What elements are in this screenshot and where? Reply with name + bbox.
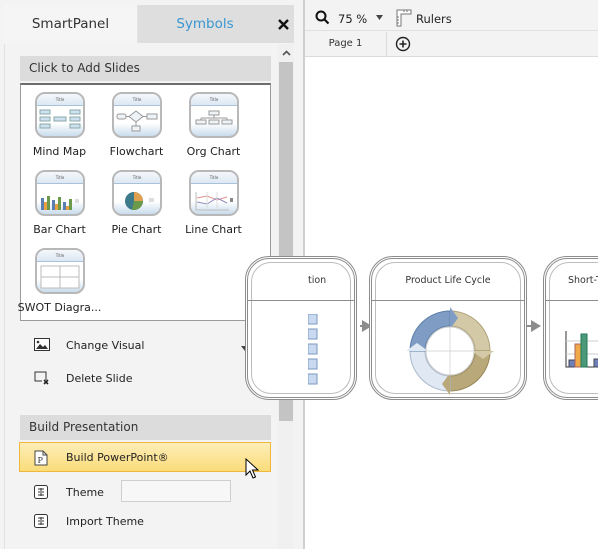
powerpoint-icon: P xyxy=(34,450,50,466)
frame-inner xyxy=(251,262,351,394)
thumb-title: Title xyxy=(37,172,83,184)
list-diagram-icon xyxy=(308,314,318,385)
tile-bar-chart[interactable]: Title Bar Chart xyxy=(21,163,98,239)
close-panel-button[interactable] xyxy=(272,5,294,43)
delete-slide-button[interactable]: Delete Slide xyxy=(34,368,132,388)
frame-divider xyxy=(546,300,598,301)
line-chart-thumbnail: Title xyxy=(189,170,239,216)
thumb-title: Title xyxy=(191,94,237,106)
canvas[interactable]: tion Product Life Cycle Short- xyxy=(245,57,598,549)
rulers-label[interactable]: Rulers xyxy=(416,12,452,26)
cycle-diagram-icon xyxy=(406,307,494,395)
panel-border xyxy=(4,44,5,549)
delete-slide-icon xyxy=(34,371,50,385)
connector-arrow xyxy=(527,320,541,332)
svg-text:P: P xyxy=(38,456,44,465)
bar-chart-preview-icon xyxy=(565,331,598,368)
theme-label: Theme xyxy=(66,485,104,499)
tab-smartpanel[interactable]: SmartPanel xyxy=(4,5,138,43)
bar-chart-thumbnail: Title xyxy=(35,170,85,216)
tile-line-chart[interactable]: Title Line Chart xyxy=(175,163,252,239)
view-toolbar: 75 % Rulers xyxy=(305,5,598,31)
change-visual-button[interactable]: Change Visual xyxy=(34,335,249,355)
zoom-dropdown-icon[interactable] xyxy=(376,15,383,20)
thumb-title: Title xyxy=(191,172,237,184)
org-chart-icon xyxy=(195,110,233,125)
thumb-title: Title xyxy=(37,94,83,106)
page-tab-1[interactable]: Page 1 xyxy=(305,32,387,56)
thumb-title: Title xyxy=(114,172,160,184)
org-chart-thumbnail: Title xyxy=(189,92,239,138)
tile-flowchart[interactable]: Title Flowchart xyxy=(98,85,175,161)
theme-row: Theme xyxy=(34,482,104,502)
tab-symbols[interactable]: Symbols xyxy=(138,5,272,43)
thumb-title: Title xyxy=(37,250,83,262)
tile-org-chart[interactable]: Title Org Chart xyxy=(175,85,252,161)
tile-label: SWOT Diagra... xyxy=(17,301,102,314)
import-theme-icon xyxy=(34,514,50,528)
frame-divider xyxy=(372,300,524,301)
frame-divider xyxy=(248,300,354,301)
mind-map-icon xyxy=(39,109,81,129)
swot-thumbnail: Title xyxy=(35,248,85,294)
slide-title: tion xyxy=(308,275,327,286)
flowchart-thumbnail: Title xyxy=(112,92,162,138)
rulers-icon[interactable] xyxy=(396,9,412,27)
tile-pie-chart[interactable]: Title Pie Chart xyxy=(98,163,175,239)
zoom-icon[interactable] xyxy=(315,10,330,25)
build-powerpoint-button[interactable]: P Build PowerPoint® xyxy=(34,447,169,467)
scroll-up-button[interactable] xyxy=(278,44,294,62)
slide-title: Product Life Cycle xyxy=(405,275,491,286)
import-theme-button[interactable]: Import Theme xyxy=(34,511,144,531)
build-powerpoint-label: Build PowerPoint® xyxy=(66,450,169,464)
slide-frame-1[interactable]: tion xyxy=(245,256,357,400)
build-presentation-header: Build Presentation xyxy=(20,415,271,440)
slide-frame-3[interactable]: Short-T xyxy=(543,256,598,400)
delete-slide-label: Delete Slide xyxy=(66,371,133,385)
zoom-value[interactable]: 75 % xyxy=(338,12,367,26)
change-visual-label: Change Visual xyxy=(66,338,145,352)
plus-circle-icon[interactable] xyxy=(395,36,411,52)
close-icon xyxy=(277,18,289,30)
bar-chart-icon xyxy=(41,196,79,210)
flowchart-icon xyxy=(116,110,158,132)
panel-tabs: SmartPanel Symbols xyxy=(4,5,294,43)
swot-icon xyxy=(40,265,80,289)
image-icon xyxy=(34,338,50,352)
theme-input[interactable] xyxy=(121,480,231,502)
import-theme-label: Import Theme xyxy=(66,514,144,528)
line-chart-icon xyxy=(195,192,233,211)
slide-gallery: Title Mind Map Title Flowchart Title Org… xyxy=(18,83,271,321)
tile-mind-map[interactable]: Title Mind Map xyxy=(21,85,98,161)
pie-chart-thumbnail: Title xyxy=(112,170,162,216)
pie-chart-icon xyxy=(125,192,154,211)
tile-label: Line Chart xyxy=(185,223,242,236)
slide-title: Short-T xyxy=(568,275,598,286)
theme-icon xyxy=(34,485,50,499)
page-tabs-bar: Page 1 xyxy=(305,32,598,57)
mind-map-thumbnail: Title xyxy=(35,92,85,138)
chevron-up-icon xyxy=(281,50,291,56)
thumb-title: Title xyxy=(114,94,160,106)
tile-swot-diagram[interactable]: Title SWOT Diagra... xyxy=(18,241,101,317)
slide-frame-2[interactable]: Product Life Cycle xyxy=(369,256,527,400)
add-slides-header: Click to Add Slides xyxy=(20,56,271,81)
mouse-cursor-icon xyxy=(245,458,260,479)
tile-label: Org Chart xyxy=(186,145,241,158)
